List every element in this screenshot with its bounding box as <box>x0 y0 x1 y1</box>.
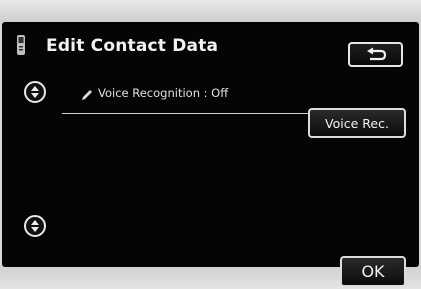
page-title: Edit Contact Data <box>46 36 219 56</box>
scroll-down-icon <box>31 220 39 232</box>
list-row-underline <box>62 113 308 114</box>
scroll-up-button[interactable] <box>24 81 46 103</box>
top-bezel <box>0 0 421 22</box>
return-arrow-icon <box>366 47 386 60</box>
display-screen: Edit Contact Data Voice Recognition : Of… <box>2 22 419 287</box>
ok-button[interactable]: OK <box>340 256 406 287</box>
phone-icon <box>17 35 25 55</box>
voice-recognition-status: Voice Recognition : Off <box>98 86 229 100</box>
scroll-up-icon <box>31 86 39 98</box>
back-button[interactable] <box>348 42 403 67</box>
pencil-icon <box>82 90 92 100</box>
scroll-down-button[interactable] <box>24 215 46 237</box>
voice-rec-button[interactable]: Voice Rec. <box>308 108 406 138</box>
